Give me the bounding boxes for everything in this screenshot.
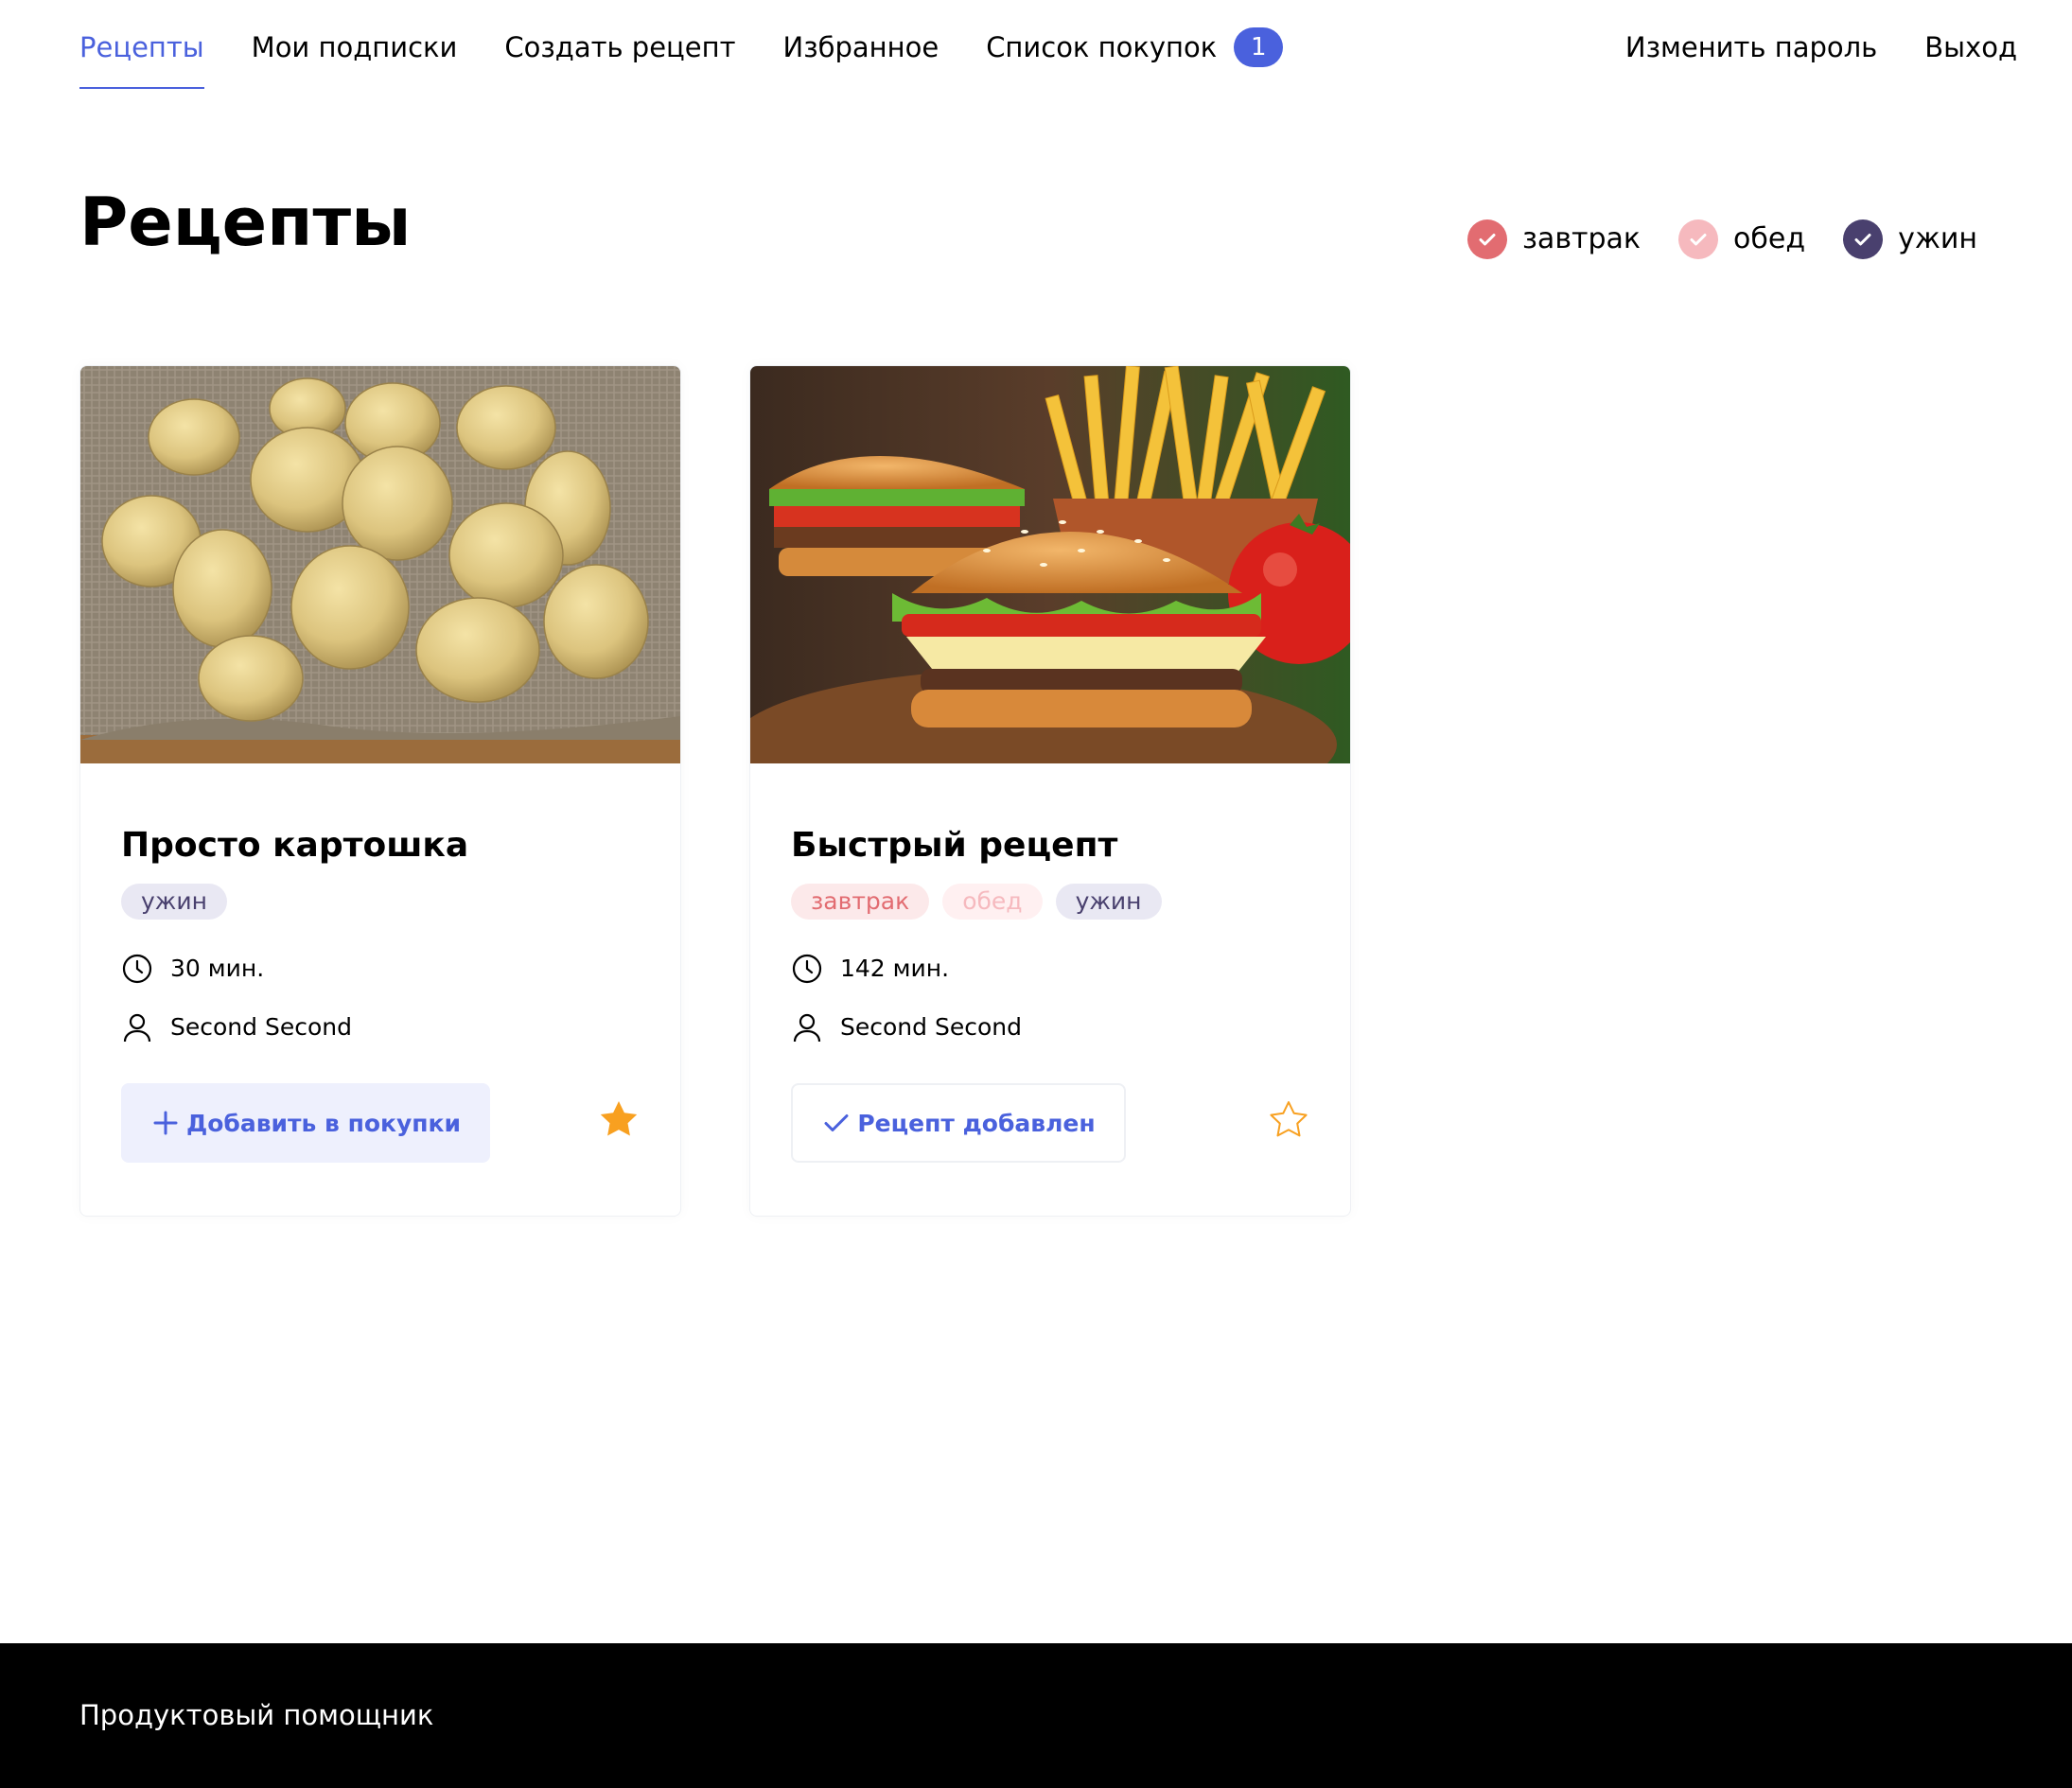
recipe-author-name[interactable]: Second Second [170,1011,352,1043]
filter-lunch-checkbox[interactable] [1678,219,1719,259]
nav-favorites-label: Избранное [782,31,939,63]
checkmark-icon [1854,234,1871,246]
nav-logout[interactable]: Выход [1924,0,2017,95]
star-filled-icon [600,1101,638,1136]
footer: Продуктовый помощник [0,1643,2072,1788]
recipe-author-name[interactable]: Second Second [840,1011,1022,1043]
filter-dinner[interactable]: ужин [1843,219,1977,259]
recipe-author: Second Second [121,1011,352,1043]
recipe-card: Быстрый рецепт завтрак обед ужин 142 мин… [749,365,1351,1217]
nav-recipes[interactable]: Рецепты [79,0,204,95]
filter-lunch[interactable]: обед [1678,219,1805,259]
recipe-card: Просто картошка ужин 30 мин. Second Seco… [79,365,681,1217]
tag-lunch: обед [942,884,1043,920]
nav-change-password[interactable]: Изменить пароль [1625,0,1877,95]
recipe-image-potatoes[interactable] [80,366,680,763]
nav-create-recipe[interactable]: Создать рецепт [504,0,735,95]
recipe-image-burger[interactable] [750,366,1350,763]
filter-dinner-checkbox[interactable] [1843,219,1884,259]
clock-icon [122,954,152,984]
recipe-title[interactable]: Просто картошка [121,822,468,869]
potatoes-photo [80,366,680,763]
recipe-time: 30 мин. [121,953,264,985]
recipe-tags: ужин [121,884,240,920]
user-icon [123,1013,151,1043]
plus-icon [153,1111,178,1135]
nav-recipes-label: Рецепты [79,31,204,63]
add-to-shopping-label: Добавить в покупки [185,1109,462,1137]
checkmark-icon [1690,234,1707,246]
star-outline-icon [1270,1101,1308,1137]
nav-subscriptions-label: Мои подписки [251,31,458,63]
favorite-button[interactable] [598,1098,640,1140]
filter-dinner-label: ужин [1898,222,1977,255]
recipe-time-value: 30 мин. [170,955,265,982]
recipe-time: 142 мин. [791,953,949,985]
filter-breakfast-checkbox[interactable] [1466,219,1507,259]
filter-breakfast-label: завтрак [1521,222,1642,255]
recipe-added-button[interactable]: Рецепт добавлен [791,1083,1126,1163]
checkmark-icon [824,1114,849,1131]
tag-filters: завтрак обед ужин [1430,219,1977,259]
favorite-button[interactable] [1268,1098,1309,1140]
account-menu: Изменить пароль Выход [1578,0,2017,95]
page-title: Рецепты [79,184,412,261]
recipe-grid: Просто картошка ужин 30 мин. Second Seco… [79,365,1419,1217]
recipe-added-label: Рецепт добавлен [857,1109,1096,1137]
tag-dinner: ужин [121,884,227,920]
filter-breakfast[interactable]: завтрак [1466,219,1642,259]
filter-lunch-label: обед [1733,222,1806,255]
main-menu: Рецепты Мои подписки Создать рецепт Избр… [79,0,1330,95]
recipe-tags: завтрак обед ужин [791,884,1175,920]
nav-favorites[interactable]: Избранное [783,0,939,95]
top-navigation: Рецепты Мои подписки Создать рецепт Избр… [0,0,2072,95]
recipe-time-value: 142 мин. [840,955,950,982]
tag-dinner: ужин [1055,884,1162,920]
nav-logout-label: Выход [1924,31,2017,63]
recipe-author: Second Second [791,1011,1022,1043]
clock-icon [792,954,822,984]
nav-subscriptions[interactable]: Мои подписки [252,0,458,95]
footer-brand: Продуктовый помощник [79,1699,434,1731]
tag-breakfast: завтрак [791,884,930,920]
burger-photo [750,366,1350,763]
checkmark-icon [1479,234,1496,246]
nav-shopping-list[interactable]: Список покупок 1 [986,0,1284,95]
nav-shopping-list-label: Список покупок [986,31,1218,63]
nav-create-recipe-label: Создать рецепт [504,31,736,63]
add-to-shopping-button[interactable]: Добавить в покупки [121,1083,490,1163]
user-icon [793,1013,821,1043]
shopping-count-badge: 1 [1234,27,1284,67]
nav-change-password-label: Изменить пароль [1624,31,1878,63]
recipe-title[interactable]: Быстрый рецепт [791,822,1117,869]
